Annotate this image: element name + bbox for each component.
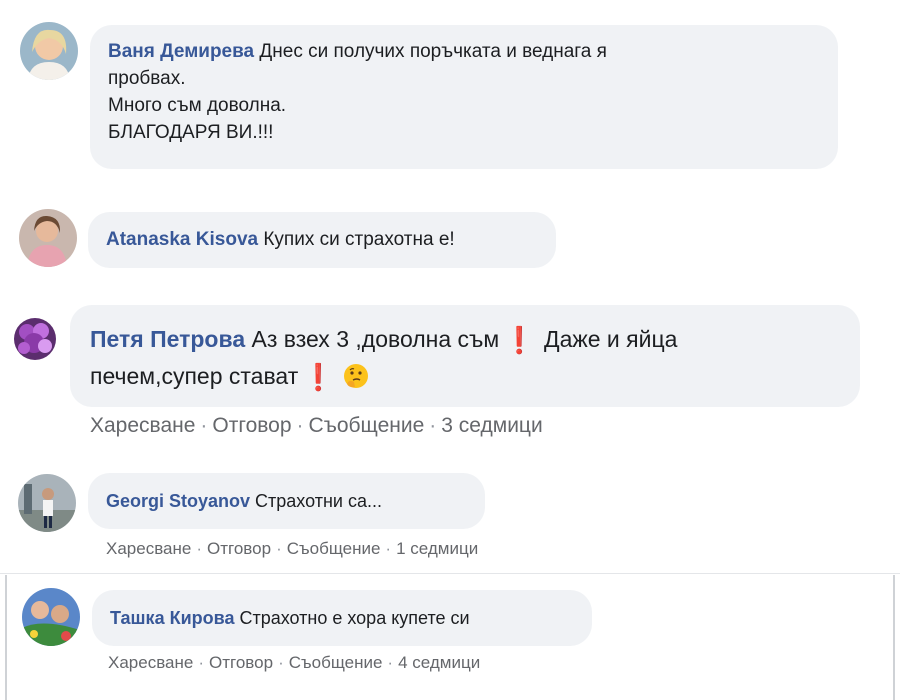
- user-photo-icon: [22, 588, 80, 646]
- comment-actions: Харесване · Отговор · Съобщение · 3 седмици: [90, 412, 543, 440]
- timestamp[interactable]: 1 седмици: [396, 539, 478, 558]
- timestamp[interactable]: 4 седмици: [398, 653, 480, 672]
- comment-text-line: БЛАГОДАРЯ ВИ.!!!: [108, 122, 274, 143]
- message-link[interactable]: Съобщение: [287, 539, 381, 558]
- comment-text: Днес си получих поръчката и веднага я: [259, 41, 607, 62]
- comment-actions: Харесване · Отговор · Съобщение · 1 седмици: [106, 537, 478, 561]
- separator: ·: [196, 539, 203, 558]
- separator: ·: [200, 414, 208, 437]
- separator: ·: [385, 539, 392, 558]
- exclamation-icon: ❗: [503, 325, 536, 355]
- timestamp[interactable]: 3 седмици: [441, 414, 542, 437]
- separator: ·: [296, 414, 304, 437]
- avatar[interactable]: [22, 588, 80, 646]
- comment-text-line: пробвах.: [108, 68, 186, 89]
- section-divider-right: [893, 575, 895, 700]
- like-link[interactable]: Харесване: [90, 414, 195, 437]
- separator: ·: [387, 653, 394, 672]
- comment-text: Страхотно е хора купете си: [239, 608, 470, 628]
- separator: ·: [198, 653, 205, 672]
- user-photo-icon: [18, 474, 76, 532]
- avatar[interactable]: [20, 22, 78, 80]
- comment-author[interactable]: Петя Петрова: [90, 326, 245, 352]
- comment-text-line: Много съм доволна.: [108, 95, 287, 116]
- exclamation-icon: ❗: [302, 362, 335, 392]
- comment-text: Купих си страхотна е!: [263, 229, 455, 250]
- comment-text: Страхотни са...: [255, 491, 382, 511]
- comment-bubble: Ташка Кирова Страхотно е хора купете си: [92, 590, 592, 646]
- reply-link[interactable]: Отговор: [207, 539, 271, 558]
- message-link[interactable]: Съобщение: [309, 414, 425, 437]
- separator: ·: [278, 653, 284, 672]
- thinking-face-icon: [343, 363, 369, 389]
- avatar[interactable]: [19, 209, 77, 267]
- user-photo-icon: [20, 22, 78, 80]
- reply-link[interactable]: Отговор: [209, 653, 273, 672]
- comment-actions: Харесване · Отговор · Съобщение · 4 седмици: [108, 651, 480, 675]
- separator: ·: [276, 539, 282, 558]
- like-link[interactable]: Харесване: [106, 539, 191, 558]
- comment-author[interactable]: Atanaska Kisova: [106, 229, 258, 250]
- section-divider: [0, 573, 900, 574]
- message-link[interactable]: Съобщение: [289, 653, 383, 672]
- user-photo-icon: [14, 318, 56, 360]
- comment-author[interactable]: Ташка Кирова: [110, 608, 234, 628]
- avatar[interactable]: [18, 474, 76, 532]
- comment-text: Аз взех 3 ,доволна съм: [251, 326, 500, 352]
- comment-text: Даже и яйца: [544, 326, 678, 352]
- user-photo-icon: [19, 209, 77, 267]
- comment-bubble: Atanaska Kisova Купих си страхотна е!: [88, 212, 556, 268]
- section-divider-left: [5, 575, 7, 700]
- separator: ·: [429, 414, 437, 437]
- comment-bubble: Georgi Stoyanov Страхотни са...: [88, 473, 485, 529]
- comment-author[interactable]: Ваня Демирева: [108, 41, 254, 62]
- reply-link[interactable]: Отговор: [212, 414, 291, 437]
- comment-bubble: Ваня Демирева Днес си получих поръчката …: [90, 25, 838, 169]
- like-link[interactable]: Харесване: [108, 653, 193, 672]
- comment-text-line: печем,супер стават: [90, 363, 299, 389]
- avatar[interactable]: [14, 318, 56, 360]
- comment-bubble: Петя Петрова Аз взех 3 ,доволна съм ❗ Даж…: [70, 305, 860, 407]
- comment-author[interactable]: Georgi Stoyanov: [106, 491, 250, 511]
